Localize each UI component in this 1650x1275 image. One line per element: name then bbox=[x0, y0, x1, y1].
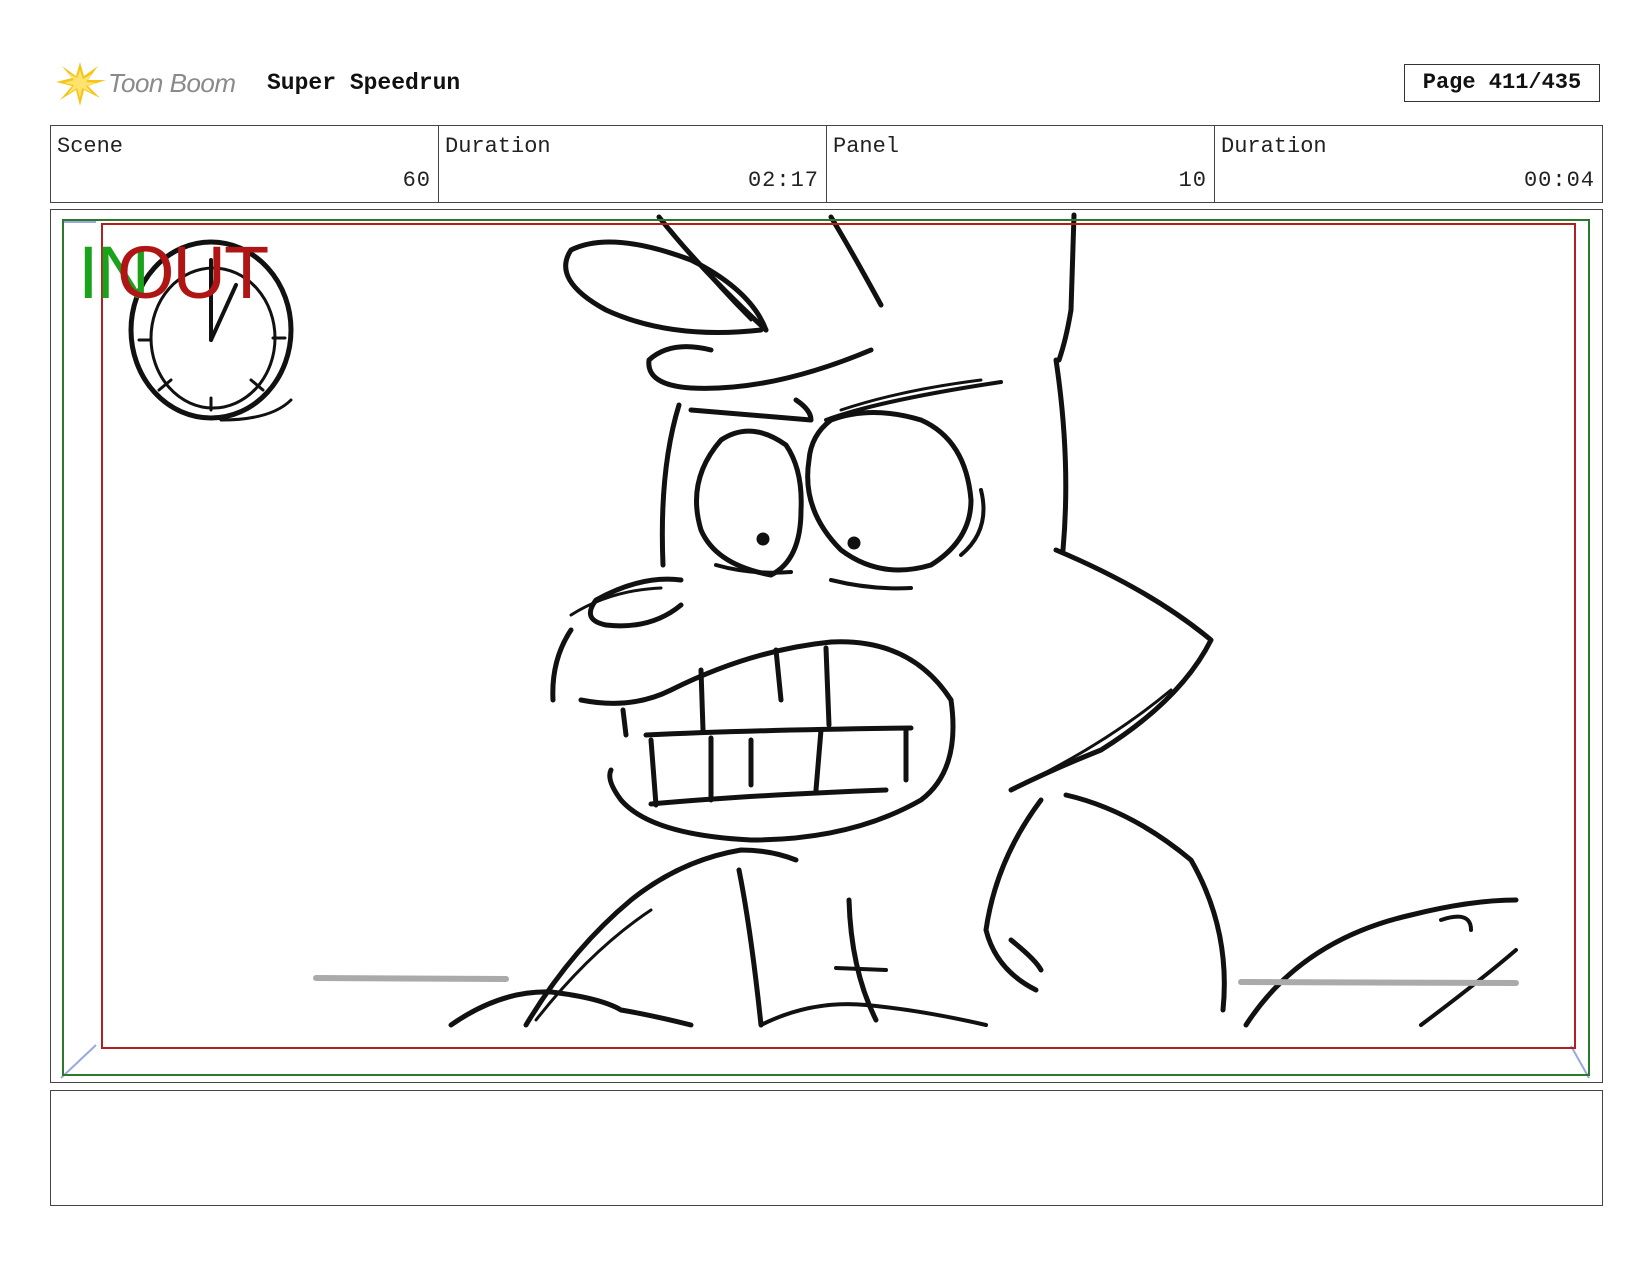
scene-duration-label: Duration bbox=[445, 134, 551, 159]
page-header: Toon Boom Super Speedrun Page 411/435 bbox=[54, 56, 1604, 108]
panel-notes-box[interactable] bbox=[50, 1090, 1603, 1206]
scene-info-table: Scene 60 Duration 02:17 Panel 10 Duratio… bbox=[50, 125, 1603, 203]
scene-label: Scene bbox=[57, 134, 124, 159]
panel-duration-label: Duration bbox=[1221, 134, 1327, 159]
scene-value: 60 bbox=[402, 168, 431, 193]
panel-duration-value: 00:04 bbox=[1523, 168, 1595, 193]
action-safe-frame bbox=[101, 223, 1576, 1049]
scene-cell: Scene 60 bbox=[51, 126, 439, 202]
page-number: Page 411/435 bbox=[1404, 64, 1600, 102]
panel-duration-cell: Duration 00:04 bbox=[1215, 126, 1602, 202]
scene-duration-cell: Duration 02:17 bbox=[439, 126, 827, 202]
panel-value: 10 bbox=[1178, 168, 1207, 193]
starburst-icon bbox=[56, 62, 106, 106]
logo-text: Toon Boom bbox=[108, 68, 236, 98]
out-marker: OUT bbox=[117, 231, 269, 314]
project-title: Super Speedrun bbox=[267, 70, 461, 96]
panel-cell: Panel 10 bbox=[827, 126, 1215, 202]
scene-duration-value: 02:17 bbox=[747, 168, 819, 193]
storyboard-panel[interactable]: IN OUT bbox=[50, 209, 1603, 1083]
toon-boom-logo: Toon Boom bbox=[54, 58, 254, 108]
panel-label: Panel bbox=[833, 134, 900, 159]
